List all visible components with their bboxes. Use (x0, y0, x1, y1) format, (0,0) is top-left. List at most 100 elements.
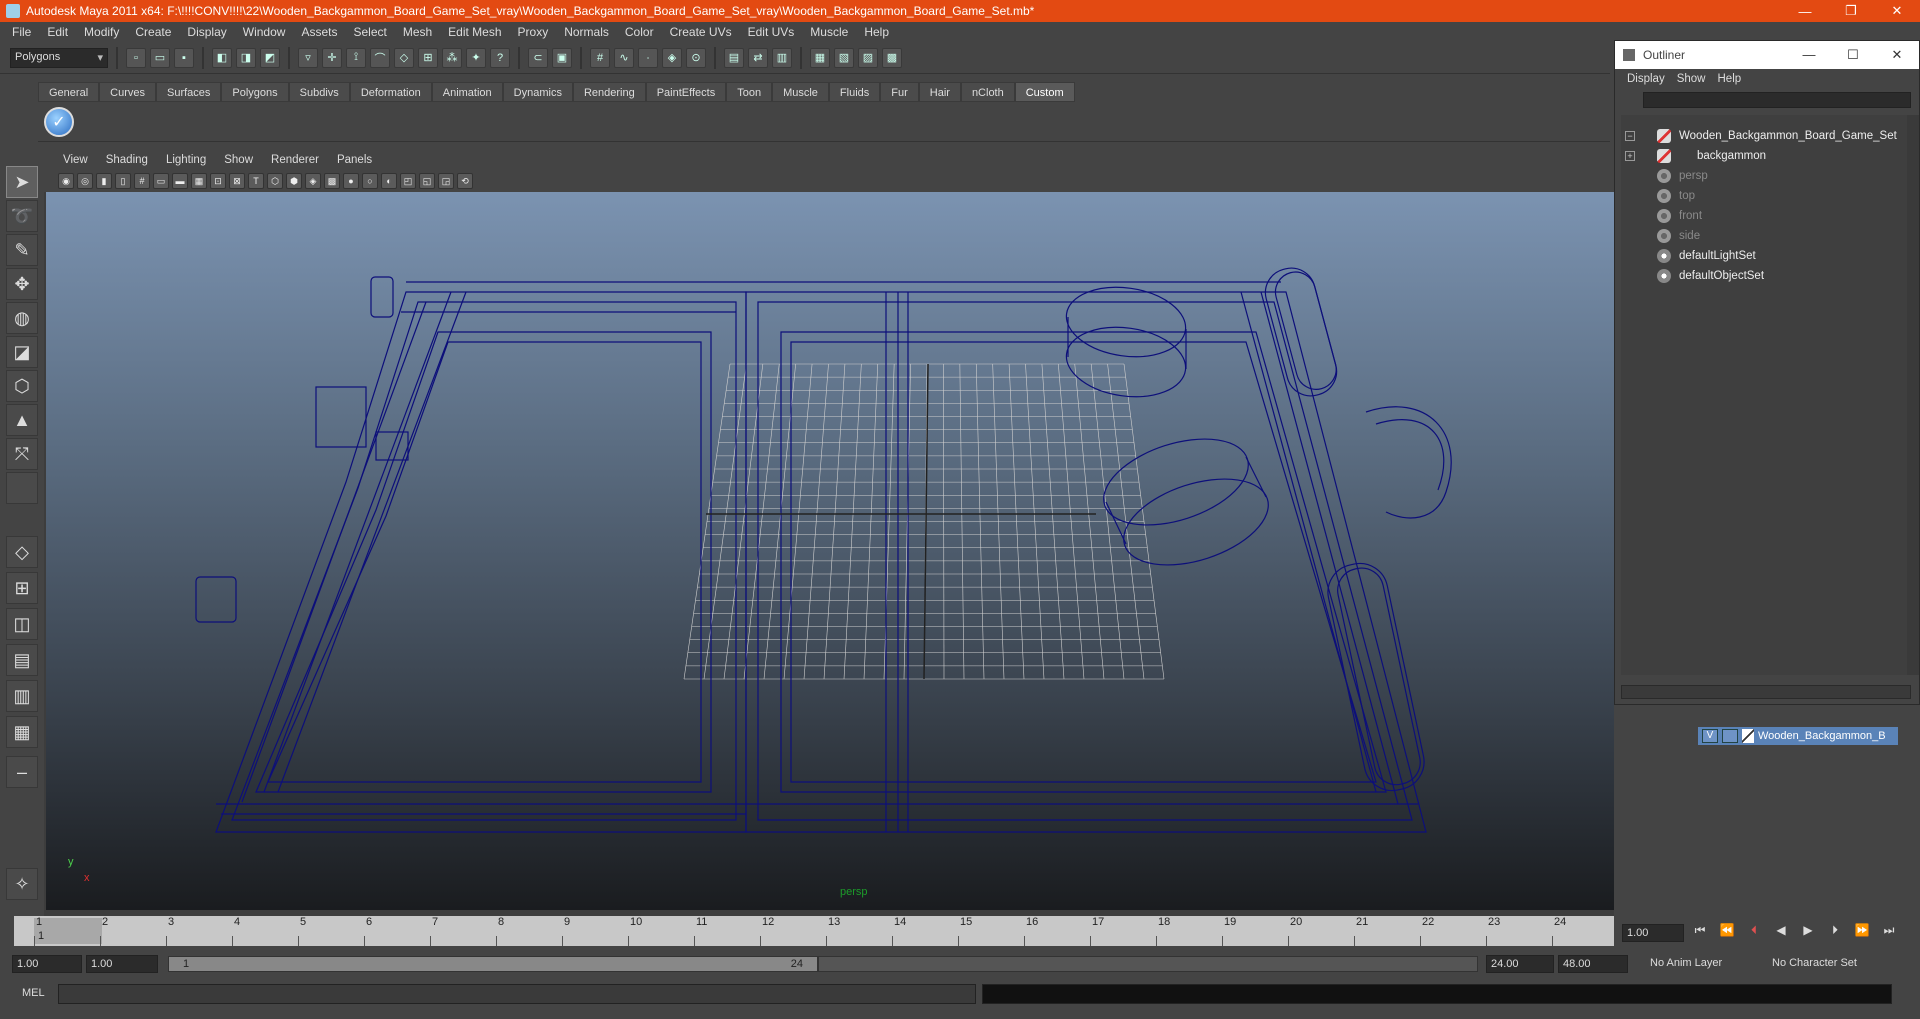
camera-attributes-icon[interactable]: ◎ (77, 173, 93, 189)
outliner-item[interactable]: − Wooden_Backgammon_Board_Game_Set (1625, 127, 1897, 145)
close-button[interactable]: ✕ (1874, 0, 1920, 22)
menu-edit-mesh[interactable]: Edit Mesh (440, 25, 509, 39)
menu-help[interactable]: Help (856, 25, 897, 39)
menu-mesh[interactable]: Mesh (395, 25, 440, 39)
vp-menu-view[interactable]: View (54, 154, 97, 166)
safe-title-icon[interactable]: T (248, 173, 264, 189)
vp-menu-show[interactable]: Show (215, 154, 262, 166)
vp-menu-panels[interactable]: Panels (328, 154, 381, 166)
shadows-icon[interactable]: ◐ (381, 173, 397, 189)
display-layer-row[interactable]: V Wooden_Backgammon_B (1698, 727, 1898, 745)
soft-mod-tool-icon[interactable]: ▲ (6, 404, 38, 436)
menu-edit-uvs[interactable]: Edit UVs (740, 25, 803, 39)
smooth-shade-icon[interactable]: ⬢ (286, 173, 302, 189)
step-back-key-icon[interactable]: ⏪ (1717, 920, 1737, 940)
command-language-label[interactable]: MEL (22, 987, 45, 999)
persp-graph-layout-icon[interactable]: ▤ (6, 644, 38, 676)
paint-select-tool-icon[interactable]: ✎ (6, 234, 38, 266)
menu-edit[interactable]: Edit (39, 25, 76, 39)
menu-normals[interactable]: Normals (556, 25, 617, 39)
xray-joints-icon[interactable]: ◲ (438, 173, 454, 189)
tab-painteffects[interactable]: PaintEffects (645, 82, 727, 102)
tab-hair[interactable]: Hair (918, 82, 961, 102)
default-lighting-icon[interactable]: ● (343, 173, 359, 189)
shelf-check-icon[interactable]: ✓ (44, 107, 74, 137)
surfaces-mask-icon[interactable]: ◇ (394, 47, 414, 68)
snap-grid-icon[interactable]: # (590, 47, 610, 68)
tab-surfaces[interactable]: Surfaces (155, 82, 222, 102)
outliner-item[interactable]: side (1657, 227, 1700, 245)
layer-color-swatch-icon[interactable] (1742, 729, 1754, 743)
grid-toggle-icon[interactable]: # (134, 173, 150, 189)
menu-assets[interactable]: Assets (293, 25, 345, 39)
menu-display[interactable]: Display (179, 25, 234, 39)
outliner-item[interactable]: top (1657, 187, 1695, 205)
safe-action-icon[interactable]: ⊠ (229, 173, 245, 189)
viewport-canvas[interactable] (46, 192, 1614, 910)
playback-start-field[interactable]: 1.00 (86, 955, 158, 973)
last-tool-icon[interactable] (6, 472, 38, 504)
anim-layer-dropdown[interactable]: No Anim Layer (1646, 955, 1762, 973)
playback-end-field[interactable]: 24.00 (1486, 955, 1554, 973)
tab-polygons[interactable]: Polygons (221, 82, 289, 102)
menu-modify[interactable]: Modify (76, 25, 127, 39)
hypershade-layout-icon[interactable]: ▥ (6, 680, 38, 712)
film-gate-icon[interactable]: ▭ (153, 173, 169, 189)
four-view-layout-icon[interactable]: ⊞ (6, 572, 38, 604)
persp-graph-hypergraph-icon[interactable]: ▦ (6, 716, 38, 748)
outliner-item[interactable]: front (1657, 207, 1702, 225)
gate-mask-icon[interactable]: ▦ (191, 173, 207, 189)
layout-options-icon[interactable]: – (6, 756, 38, 788)
collapse-icon[interactable]: − (1625, 131, 1635, 141)
command-input[interactable] (58, 984, 976, 1004)
outliner-maximize-button[interactable]: ☐ (1831, 47, 1875, 63)
snap-point-icon[interactable]: ∙ (638, 47, 658, 68)
outliner-filter-input[interactable] (1643, 92, 1911, 108)
field-chart-icon[interactable]: ⊡ (210, 173, 226, 189)
outliner-menu-display[interactable]: Display (1621, 73, 1671, 85)
outliner-minimize-button[interactable]: — (1787, 47, 1831, 63)
snap-view-plane-icon[interactable]: ◈ (662, 47, 682, 68)
tab-deformation[interactable]: Deformation (349, 82, 432, 102)
outliner-item[interactable]: defaultLightSet (1657, 247, 1756, 265)
step-forward-key-icon[interactable]: ⏩ (1852, 920, 1872, 940)
construction-history-icon[interactable]: ▥ (772, 47, 792, 68)
layer-type-toggle[interactable] (1722, 729, 1738, 743)
minimize-button[interactable]: — (1782, 0, 1828, 22)
tab-ncloth[interactable]: nCloth (960, 82, 1015, 102)
all-lights-icon[interactable]: ○ (362, 173, 378, 189)
hypershade-icon[interactable]: ▩ (882, 47, 902, 68)
wireframe-on-shaded-icon[interactable]: ◈ (305, 173, 321, 189)
persp-outliner-layout-icon[interactable]: ◫ (6, 608, 38, 640)
make-live-icon[interactable]: ⊙ (686, 47, 706, 68)
vp-menu-renderer[interactable]: Renderer (262, 154, 328, 166)
menu-color[interactable]: Color (617, 25, 662, 39)
rotate-tool-icon[interactable]: ◍ (6, 302, 38, 334)
go-to-end-icon[interactable]: ⏭ (1879, 920, 1899, 940)
tab-curves[interactable]: Curves (99, 82, 156, 102)
outliner-item[interactable]: defaultObjectSet (1657, 267, 1764, 285)
outliner-menu-show[interactable]: Show (1671, 73, 1712, 85)
ipr-render-icon[interactable]: ▧ (834, 47, 854, 68)
outliner-item[interactable]: persp (1657, 167, 1708, 185)
expand-icon[interactable]: + (1625, 151, 1635, 161)
outliner-menu-help[interactable]: Help (1712, 73, 1748, 85)
menu-muscle[interactable]: Muscle (802, 25, 856, 39)
script-editor-icon[interactable]: ✧ (6, 868, 38, 900)
tab-fur[interactable]: Fur (880, 82, 919, 102)
vp-menu-lighting[interactable]: Lighting (157, 154, 215, 166)
animation-start-field[interactable]: 1.00 (12, 955, 82, 973)
tab-dynamics[interactable]: Dynamics (502, 82, 573, 102)
misc-mask-icon[interactable]: ? (490, 47, 510, 68)
menu-select[interactable]: Select (345, 25, 394, 39)
mask-icon[interactable]: ▿ (298, 47, 318, 68)
wireframe-icon[interactable]: ⬡ (267, 173, 283, 189)
tab-fluids[interactable]: Fluids (828, 82, 881, 102)
menu-window[interactable]: Window (235, 25, 294, 39)
single-perspective-layout-icon[interactable]: ◇ (6, 536, 38, 568)
play-backwards-icon[interactable]: ◀ (1771, 920, 1791, 940)
current-time-field[interactable]: 1.00 (1622, 924, 1684, 942)
new-scene-icon[interactable]: ▫ (126, 47, 146, 68)
textured-icon[interactable]: ▩ (324, 173, 340, 189)
show-manipulator-icon[interactable]: ⤧ (6, 438, 38, 470)
